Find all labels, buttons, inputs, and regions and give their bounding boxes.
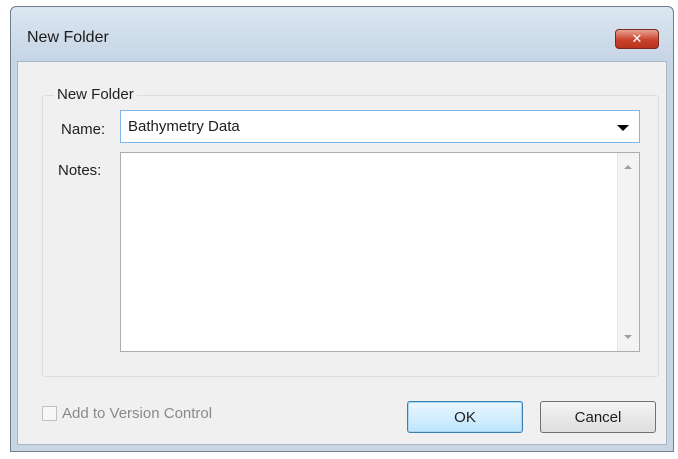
close-icon: ✕ xyxy=(631,31,643,47)
version-control-label: Add to Version Control xyxy=(62,405,213,422)
scroll-up-arrow-icon[interactable] xyxy=(624,165,632,169)
version-control-checkbox[interactable] xyxy=(42,406,57,421)
groupbox-legend: New Folder xyxy=(54,87,137,103)
ok-button[interactable]: OK xyxy=(407,401,523,433)
cancel-button[interactable]: Cancel xyxy=(540,401,656,433)
notes-scrollbar[interactable] xyxy=(617,153,639,351)
name-label: Name: xyxy=(61,121,106,138)
scroll-down-arrow-icon[interactable] xyxy=(624,335,632,339)
new-folder-dialog: New Folder ✕ New Folder Name: Bathymetry… xyxy=(10,6,674,452)
close-button[interactable]: ✕ xyxy=(615,29,659,49)
name-input[interactable]: Bathymetry Data xyxy=(128,118,240,135)
title-bar[interactable]: New Folder ✕ xyxy=(11,7,673,61)
chevron-down-icon[interactable] xyxy=(617,125,629,131)
notes-textarea[interactable] xyxy=(120,152,640,352)
name-combobox[interactable]: Bathymetry Data xyxy=(120,110,640,143)
notes-label: Notes: xyxy=(58,162,102,179)
window-title: New Folder xyxy=(27,29,109,46)
dialog-body: New Folder Name: Bathymetry Data Notes: … xyxy=(17,61,667,445)
